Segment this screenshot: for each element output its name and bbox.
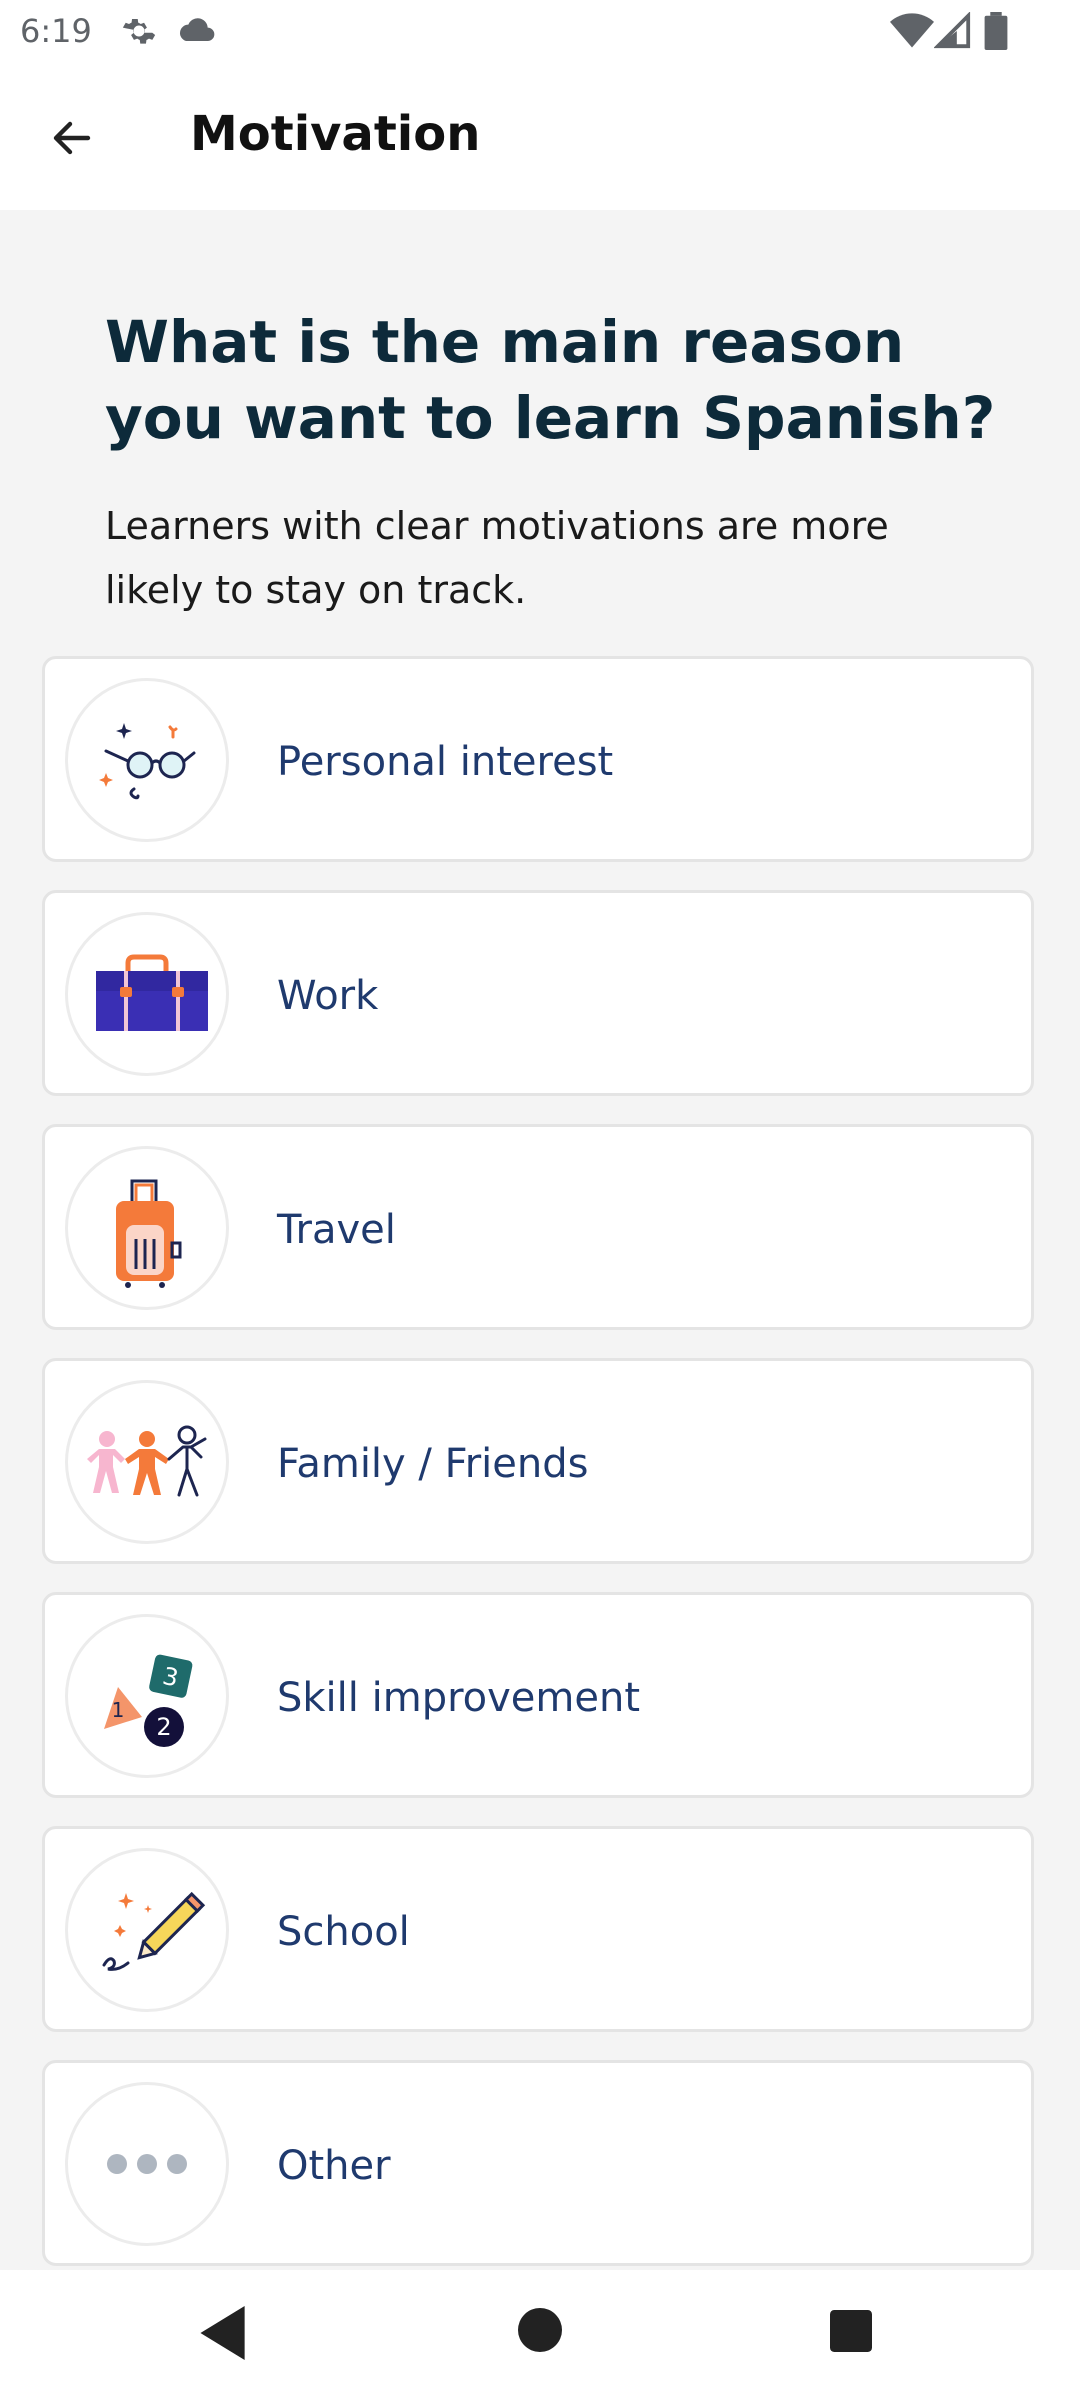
people-icon (65, 1380, 229, 1544)
option-label: Work (277, 973, 379, 1019)
page-title: Motivation (190, 106, 481, 162)
signal-icon (933, 11, 972, 54)
option-label: Travel (277, 1207, 396, 1253)
shapes-icon: 3 1 2 (65, 1614, 229, 1778)
option-label: Family / Friends (277, 1441, 589, 1487)
svg-text:1: 1 (112, 1698, 125, 1722)
option-label: Skill improvement (277, 1675, 641, 1721)
options-list: Personal interest Work Travel Family / F… (42, 656, 1038, 2294)
arrow-left-icon (48, 114, 96, 166)
briefcase-icon (65, 912, 229, 1076)
suitcase-icon (65, 1146, 229, 1310)
question-subtitle: Learners with clear motivations are more… (105, 504, 889, 612)
nav-recents-icon[interactable] (830, 2310, 872, 2356)
option-family-friends[interactable]: Family / Friends (42, 1358, 1034, 1564)
option-personal-interest[interactable]: Personal interest (42, 656, 1034, 862)
app-bar: Motivation (0, 62, 1080, 210)
nav-home-icon[interactable] (518, 2308, 562, 2356)
svg-text:2: 2 (156, 1713, 171, 1741)
status-time: 6:19 (20, 12, 92, 50)
more-dots-icon (65, 2082, 229, 2246)
main-content: What is the main reason you want to lear… (0, 210, 1080, 2270)
option-work[interactable]: Work (42, 890, 1034, 1096)
option-school[interactable]: School (42, 1826, 1034, 2032)
glasses-icon (65, 678, 229, 842)
pencil-icon (65, 1848, 229, 2012)
option-travel[interactable]: Travel (42, 1124, 1034, 1330)
gear-icon (120, 12, 158, 54)
cloud-icon (176, 14, 216, 52)
wifi-icon (890, 12, 934, 54)
nav-back-icon[interactable] (200, 2306, 250, 2364)
option-label: School (277, 1909, 410, 1955)
battery-icon (984, 12, 1008, 54)
question-heading: What is the main reason you want to lear… (105, 308, 996, 452)
option-skill-improvement[interactable]: 3 1 2 Skill improvement (42, 1592, 1034, 1798)
system-nav-bar (0, 2270, 1080, 2400)
option-label: Other (277, 2143, 391, 2189)
option-label: Personal interest (277, 739, 614, 785)
status-bar: 6:19 (0, 0, 1080, 62)
option-other[interactable]: Other (42, 2060, 1034, 2266)
back-button[interactable] (30, 98, 114, 182)
